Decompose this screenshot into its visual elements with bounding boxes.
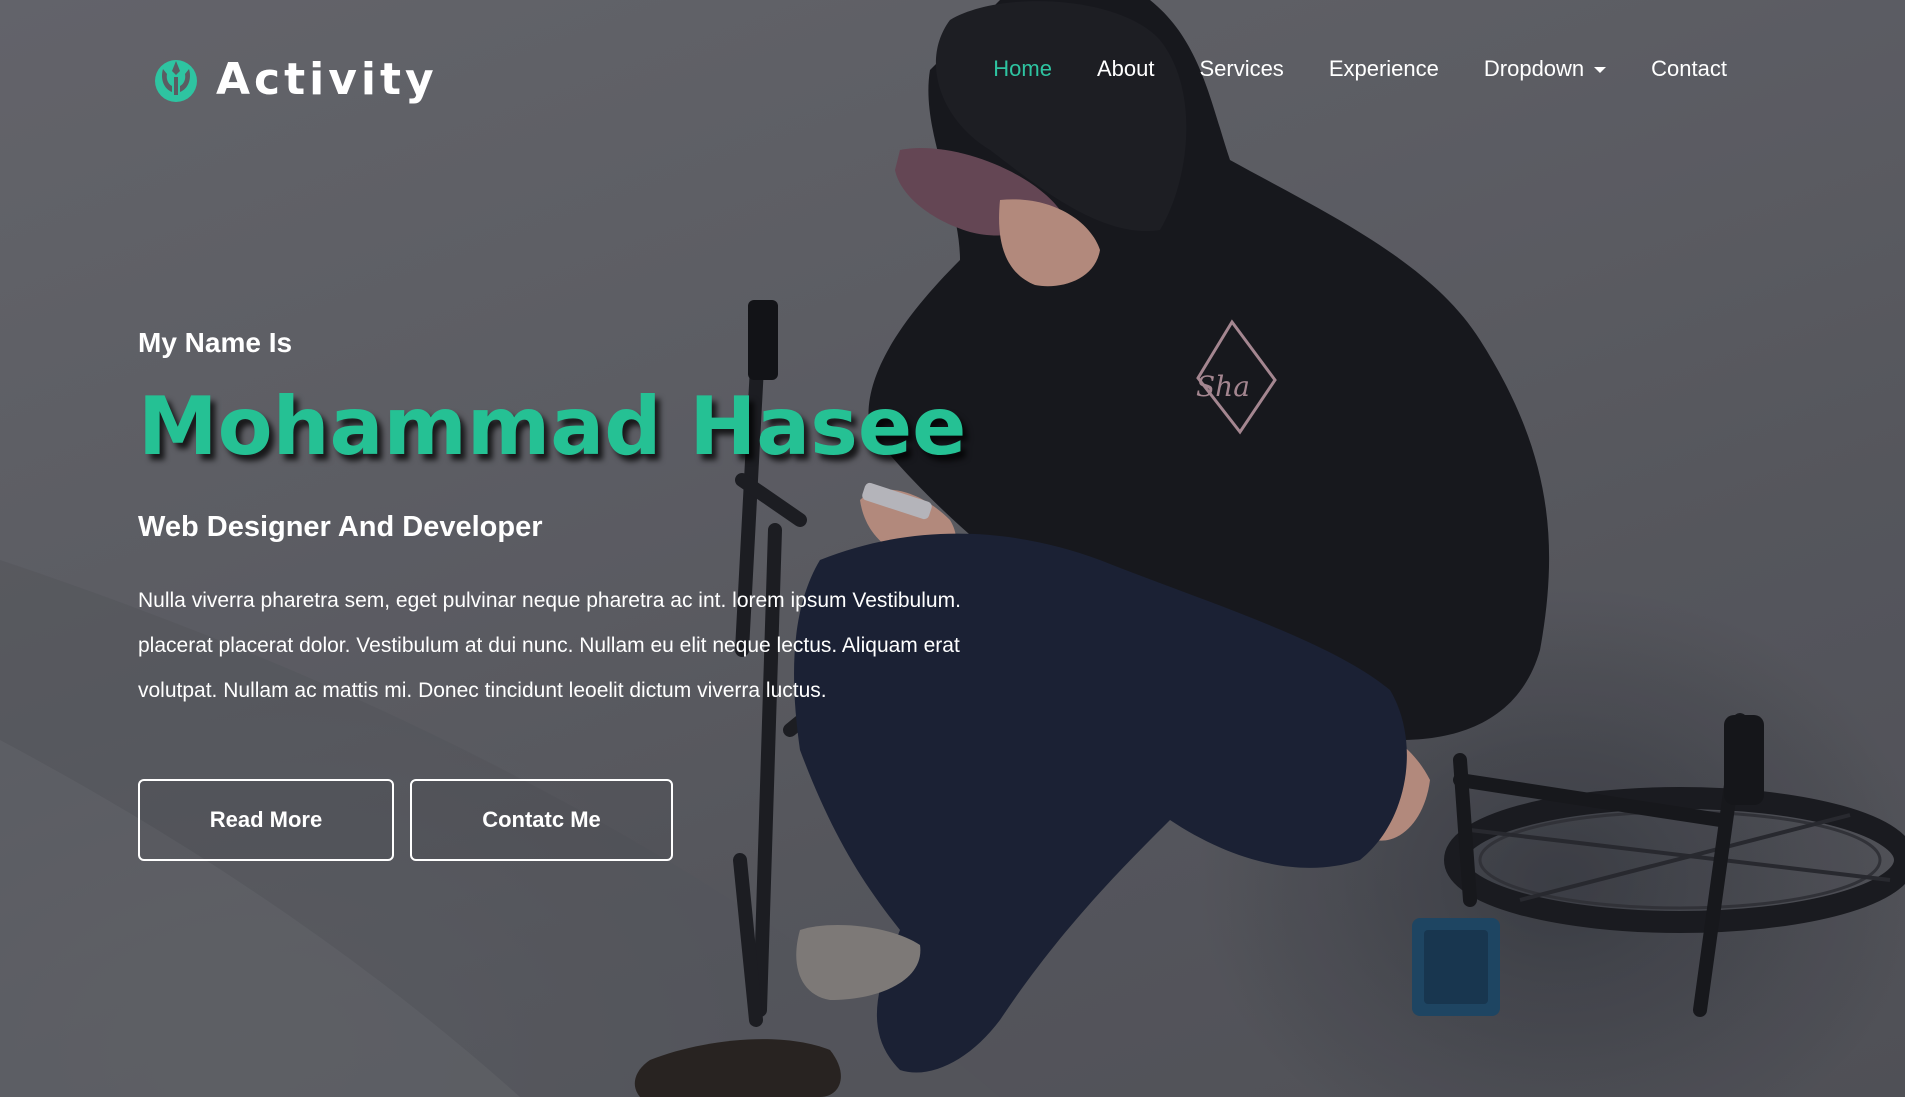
contact-me-button[interactable]: Contatc Me: [410, 779, 673, 861]
navbar: Activity Home About Services Experience …: [0, 0, 1905, 150]
nav-item-services[interactable]: Services: [1199, 56, 1283, 82]
hero-role: Web Designer And Developer: [138, 511, 543, 543]
nav-menu: Home About Services Experience Dropdown …: [993, 56, 1727, 82]
caret-down-icon: [1594, 67, 1607, 73]
nav-item-about[interactable]: About: [1097, 56, 1155, 82]
hero-name: Mohammad Hasee: [138, 380, 967, 473]
hero-section: Sha Activity Home About Services Experie…: [0, 0, 1905, 1097]
nav-item-home[interactable]: Home: [993, 56, 1052, 82]
nav-item-dropdown[interactable]: Dropdown: [1483, 56, 1607, 82]
rebel-alliance-icon: [155, 60, 197, 102]
hero-intro: My Name Is: [138, 327, 293, 358]
hero-buttons: Read More Contatc Me: [138, 779, 1038, 861]
nav-item-experience[interactable]: Experience: [1329, 56, 1439, 82]
hero-content: My Name Is Mohammad Hasee Web Designer A…: [138, 327, 1038, 861]
brand-link[interactable]: Activity: [152, 48, 438, 110]
hero-description: Nulla viverra pharetra sem, eget pulvina…: [138, 589, 961, 702]
nav-item-dropdown-label: Dropdown: [1483, 56, 1585, 81]
brand-name: Activity: [216, 53, 438, 105]
nav-item-contact[interactable]: Contact: [1651, 56, 1727, 82]
read-more-button[interactable]: Read More: [138, 779, 394, 861]
